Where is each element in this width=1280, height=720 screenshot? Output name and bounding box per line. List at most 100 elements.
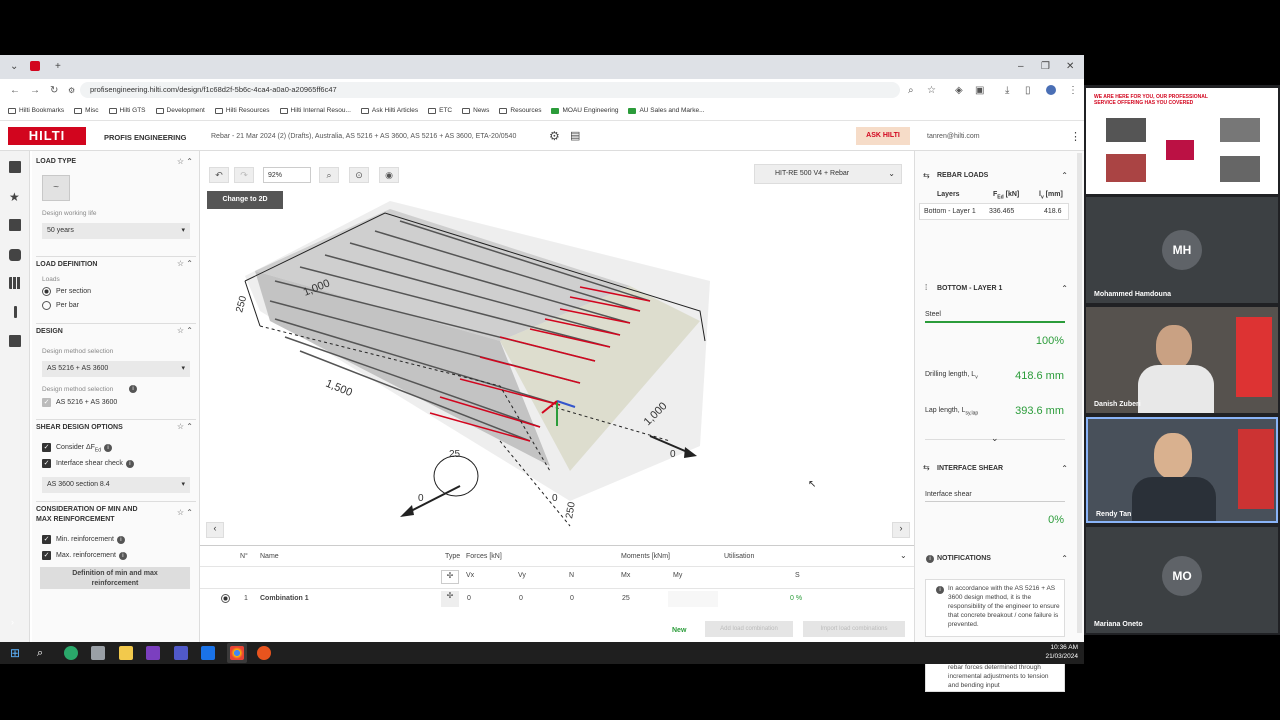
extension-icon[interactable]: ◈ (955, 85, 963, 96)
onenote-icon[interactable] (146, 646, 160, 660)
teams-icon[interactable] (174, 646, 188, 660)
file-explorer-icon[interactable] (119, 646, 133, 660)
participant-tile[interactable]: MH Mohammed Hamdouna (1086, 197, 1278, 303)
loads-icon[interactable] (9, 335, 21, 347)
notifications-title[interactable]: NOTIFICATIONS (937, 555, 991, 562)
expand-chevron-icon[interactable]: ⌄ (991, 433, 999, 444)
bookmark-etc[interactable]: ETC (428, 107, 452, 114)
info-icon[interactable]: i (116, 536, 125, 544)
section-controls[interactable]: ☆ ⌃ (177, 508, 193, 517)
bookmark-misc[interactable]: Misc (74, 107, 99, 114)
working-life-select[interactable]: 50 years (42, 223, 190, 239)
sidepanel-icon[interactable]: ▯ (1025, 85, 1031, 96)
per-bar-radio[interactable] (42, 301, 51, 310)
edge-icon[interactable] (64, 646, 78, 660)
row-n[interactable]: 0 (570, 595, 574, 602)
bookmark-news[interactable]: News (462, 107, 489, 114)
collapse-table-icon[interactable]: ⌄ (900, 551, 907, 560)
section-design[interactable]: DESIGN (36, 323, 196, 335)
bookmark-au-sales[interactable]: AU Sales and Marke... (628, 107, 705, 114)
info-icon[interactable]: i (104, 444, 113, 452)
participant-tile[interactable]: Danish Zuberi (1086, 307, 1278, 413)
start-icon[interactable]: ⊞ (10, 646, 24, 660)
redo-button[interactable]: ↷ (234, 167, 254, 183)
material-icon[interactable] (9, 249, 21, 261)
bookmark-hilti-gts[interactable]: Hilti GTS (108, 107, 146, 114)
hilti-logo[interactable]: HILTI (8, 127, 86, 145)
app-icon[interactable] (257, 646, 271, 660)
layers-icon[interactable] (9, 219, 21, 231)
tab-menu-icon[interactable]: ⌄ (10, 61, 18, 72)
undo-button[interactable]: ↶ (209, 167, 229, 183)
zoom-input[interactable]: 92% (263, 167, 311, 183)
section-load-type[interactable]: LOAD TYPE (36, 158, 76, 165)
row-vx[interactable]: 0 (467, 595, 471, 602)
bookmark-hilti-bookmarks[interactable]: Hilti Bookmarks (8, 107, 64, 114)
bookmark-star-icon[interactable]: ☆ (927, 85, 936, 96)
profile-avatar[interactable] (1046, 85, 1056, 95)
design-method-select[interactable]: AS 5216 + AS 3600 (42, 361, 190, 377)
clock-time[interactable]: 10:36 AM (1040, 644, 1078, 651)
product-select[interactable]: HIT-RE 500 V4 + Rebar ⌄ (754, 164, 902, 184)
prev-view-button[interactable]: ‹ (206, 522, 224, 538)
bottom-layer-title[interactable]: BOTTOM - LAYER 1 (937, 285, 1002, 292)
collapse-icon[interactable]: ⌃ (1061, 554, 1068, 563)
bookmark-resources[interactable]: Resources (499, 107, 541, 114)
interface-shear-checkbox[interactable]: ✓ (42, 459, 51, 468)
app-menu-icon[interactable]: ⋮ (1070, 130, 1081, 143)
chrome-icon[interactable] (230, 646, 244, 660)
consider-fed-checkbox[interactable]: ✓ (42, 443, 51, 452)
search-icon[interactable]: ⌕ (37, 646, 51, 660)
definition-minmax-button[interactable]: Definition of min and max reinforcement (40, 567, 190, 589)
bookmark-ask-hilti[interactable]: Ask Hilti Articles (360, 107, 418, 114)
3d-viewport[interactable]: ↶ ↷ 92% ⌕ ⊙ ◉ Change to 2D HIT-RE 500 V4… (200, 151, 914, 591)
home-icon[interactable] (9, 161, 21, 173)
new-combination-link[interactable]: New (672, 627, 686, 634)
app-icon[interactable] (91, 646, 105, 660)
shear-section-select[interactable]: AS 3600 section 8.4 (42, 477, 190, 493)
row-name[interactable]: Combination 1 (260, 595, 309, 602)
new-tab-button[interactable]: + (55, 61, 61, 72)
clock-date[interactable]: 21/03/2024 (1040, 653, 1078, 660)
favorites-star-icon[interactable]: ★ (9, 191, 21, 203)
static-load-icon[interactable]: ~ (42, 175, 70, 201)
section-controls[interactable]: ☆ ⌃ (177, 422, 193, 431)
hilti-tab-icon[interactable] (30, 61, 40, 71)
rebar-loads-title[interactable]: REBAR LOADS (937, 172, 988, 179)
site-info-icon[interactable]: ⚙ (68, 86, 75, 95)
info-icon[interactable]: i (125, 460, 134, 468)
section-controls[interactable]: ☆ ⌃ (177, 326, 193, 335)
puzzle-icon[interactable]: ▣ (975, 85, 984, 96)
url-input[interactable]: profisengineering.hilti.com/design/f1c68… (80, 82, 900, 98)
ask-hilti-button[interactable]: ASK HILTI (856, 127, 910, 145)
row-my[interactable] (668, 591, 718, 607)
interface-shear-title[interactable]: INTERFACE SHEAR (937, 465, 1003, 472)
user-email[interactable]: tanren@hilti.com (927, 133, 980, 140)
zoom-icon[interactable]: ⌕ (908, 85, 914, 96)
import-load-combinations-button[interactable]: Import load combinations (803, 621, 905, 637)
center-view-button[interactable]: ⊙ (349, 167, 369, 183)
minimize-icon[interactable]: – (1018, 61, 1024, 72)
add-load-combination-button[interactable]: Add load combination (705, 621, 793, 637)
bookmark-development[interactable]: Development (155, 107, 205, 114)
table-icon[interactable] (9, 277, 21, 289)
expand-nav-icon[interactable]: › (11, 617, 14, 627)
section-minmax-title-1[interactable]: CONSIDERATION OF MIN AND (36, 501, 196, 513)
menu-kebab-icon[interactable]: ⋮ (1068, 85, 1078, 96)
report-icon[interactable]: ▤ (570, 129, 580, 142)
zoom-search-button[interactable]: ⌕ (319, 167, 339, 183)
participant-tile[interactable]: MO Mariana Oneto (1086, 527, 1278, 633)
min-reinforcement-checkbox[interactable]: ✓ (42, 535, 51, 544)
section-load-definition[interactable]: LOAD DEFINITION (36, 256, 196, 268)
info-icon[interactable]: i (118, 552, 127, 560)
section-shear-options[interactable]: SHEAR DESIGN OPTIONS (36, 419, 196, 431)
section-controls[interactable]: ☆ ⌃ (177, 157, 193, 166)
forward-icon[interactable]: → (30, 85, 40, 96)
download-icon[interactable]: ⤓ (1005, 85, 1009, 96)
max-reinforcement-checkbox[interactable]: ✓ (42, 551, 51, 560)
back-icon[interactable]: ← (10, 85, 20, 96)
row-select-radio[interactable] (221, 594, 230, 603)
visibility-eye-button[interactable]: ◉ (379, 167, 399, 183)
next-view-button[interactable]: › (892, 522, 910, 538)
bookmark-hilti-resources[interactable]: Hilti Resources (214, 107, 270, 114)
